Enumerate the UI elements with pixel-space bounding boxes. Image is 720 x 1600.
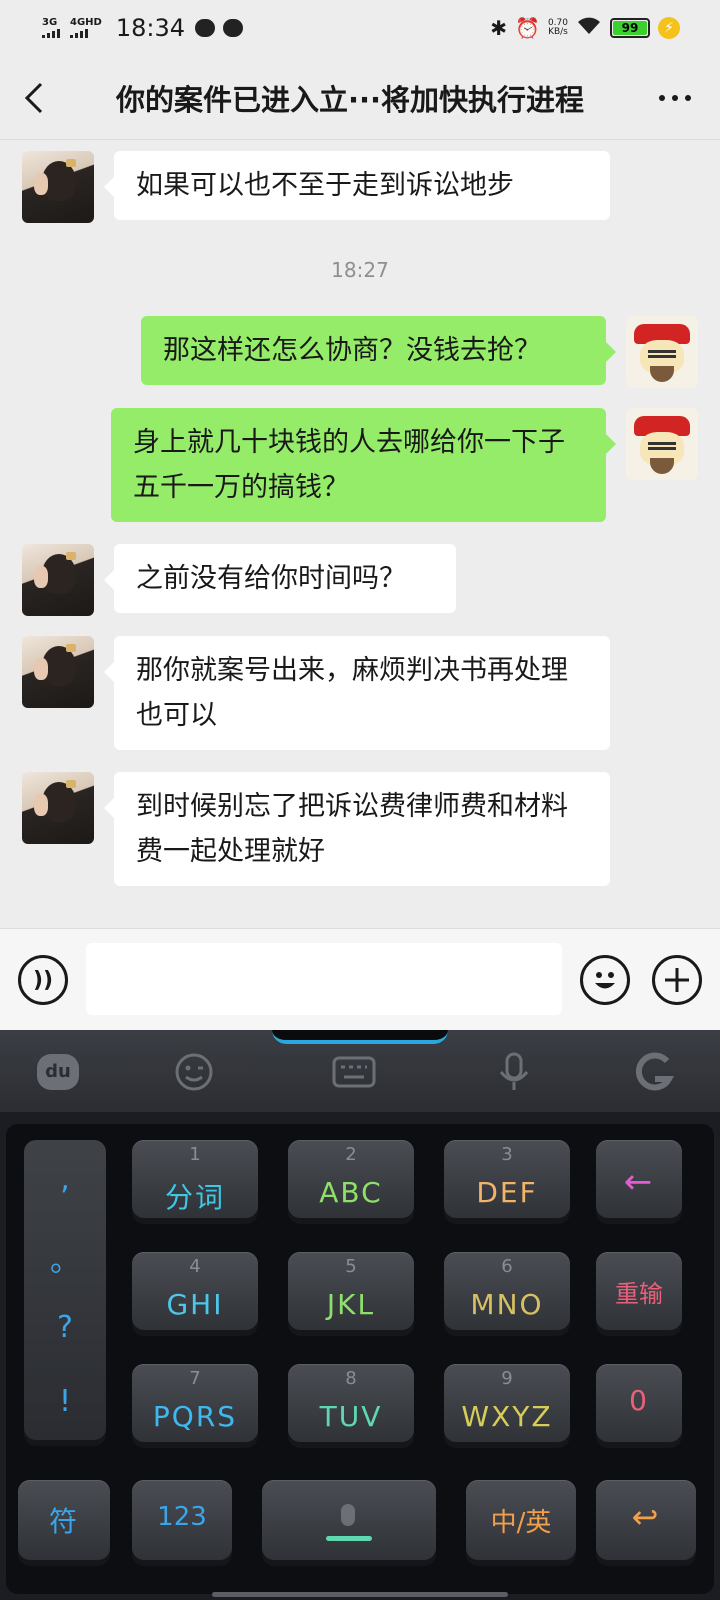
my-avatar[interactable] (626, 316, 698, 388)
ime-keyboard: du , 。 ? ! 1 分词 2 ABC 3 DEF ← 4 GHI 5 JK… (0, 1030, 720, 1600)
add-attachment-button[interactable] (652, 955, 702, 1005)
chat-header: 你的案件已进入立···将加快执行进程 (0, 56, 720, 140)
space-bar-indicator (326, 1536, 372, 1541)
key-7-pqrs[interactable]: 7 PQRS (132, 1364, 258, 1442)
alarm-icon: ⏰ (515, 16, 540, 40)
emoji-button[interactable] (580, 955, 630, 1005)
contact-avatar[interactable] (22, 636, 94, 708)
message-bubble-outgoing[interactable]: 那这样还怎么协商？没钱去抢？ (141, 316, 616, 385)
contact-avatar[interactable] (22, 544, 94, 616)
message-input-bar: )) (0, 928, 720, 1030)
wifi-icon (576, 14, 602, 42)
key-4-ghi[interactable]: 4 GHI (132, 1252, 258, 1330)
symbols-key[interactable]: 符 (18, 1480, 110, 1560)
keyboard-layout-icon[interactable] (332, 1050, 376, 1094)
charging-icon: ⚡ (658, 17, 680, 39)
chat-message-list[interactable]: 如果可以也不至于走到诉讼地步 18:27 那这样还怎么协商？没钱去抢？ 身上就几… (0, 140, 720, 928)
retype-key[interactable]: 重输 (596, 1252, 682, 1330)
keypad: , 。 ? ! 1 分词 2 ABC 3 DEF ← 4 GHI 5 JKL 6… (6, 1124, 714, 1594)
key-6-mno[interactable]: 6 MNO (444, 1252, 570, 1330)
voice-input-button[interactable]: )) (18, 955, 68, 1005)
message-timestamp: 18:27 (331, 258, 389, 282)
punct-comma-key[interactable]: , (24, 1162, 106, 1197)
message-bubble-incoming[interactable]: 如果可以也不至于走到诉讼地步 (104, 151, 610, 220)
microphone-icon[interactable] (492, 1050, 536, 1094)
message-bubble-incoming[interactable]: 到时候别忘了把诉讼费律师费和材料费一起处理就好 (104, 772, 610, 886)
plus-icon (665, 968, 689, 992)
punct-period-key[interactable]: 。 (24, 1236, 106, 1280)
more-options-button[interactable] (630, 56, 720, 140)
contact-avatar[interactable] (22, 772, 94, 844)
enter-icon: ↩ (631, 1498, 661, 1536)
chevron-left-icon (24, 82, 43, 113)
key-9-wxyz[interactable]: 9 WXYZ (444, 1364, 570, 1442)
status-time: 18:34 (115, 14, 186, 42)
baidu-logo-icon[interactable]: du (36, 1050, 80, 1094)
message-bubble-incoming[interactable]: 那你就案号出来，麻烦判决书再处理也可以 (104, 636, 610, 750)
message-input[interactable] (86, 943, 562, 1015)
signal-4g-icon: 4GHD (70, 18, 102, 38)
game-mode-icon[interactable] (632, 1050, 676, 1094)
message-bubble-incoming[interactable]: 之前没有给你时间吗？ (104, 544, 456, 613)
backspace-key[interactable]: ← (596, 1140, 682, 1218)
my-avatar[interactable] (626, 408, 698, 480)
punctuation-column[interactable]: , 。 ? ! (24, 1140, 106, 1440)
chat-notification-icon (195, 19, 216, 37)
language-toggle-key[interactable]: 中/英 (466, 1480, 576, 1560)
keyboard-collapse-handle[interactable] (272, 1030, 448, 1044)
cloud-notification-icon (223, 19, 244, 37)
contact-avatar[interactable] (22, 151, 94, 223)
message-bubble-outgoing[interactable]: 身上就几十块钱的人去哪给你一下子五千一万的搞钱？ (111, 408, 616, 522)
backspace-icon: ← (623, 1162, 655, 1202)
more-icon (659, 94, 665, 101)
home-indicator[interactable] (212, 1592, 508, 1597)
network-speed: 0.70 KB/s (547, 18, 568, 37)
battery-icon: 99 (610, 18, 650, 38)
emoji-panel-icon[interactable] (172, 1050, 216, 1094)
punct-question-key[interactable]: ? (24, 1310, 106, 1345)
voice-icon: )) (32, 967, 54, 993)
chat-title: 你的案件已进入立···将加快执行进程 (115, 82, 585, 117)
key-2-abc[interactable]: 2 ABC (288, 1140, 414, 1218)
space-mic-icon (341, 1504, 355, 1526)
numbers-key[interactable]: 123 (132, 1480, 232, 1560)
key-1-fenci[interactable]: 1 分词 (132, 1140, 258, 1218)
key-0[interactable]: 0 (596, 1364, 682, 1442)
enter-key[interactable]: ↩ (596, 1480, 696, 1560)
space-key[interactable] (262, 1480, 436, 1560)
keyboard-toolbar: du (0, 1030, 720, 1112)
bluetooth-icon: ✱ (490, 16, 508, 40)
status-bar: 3G 4GHD 18:34 ✱ ⏰ 0.70 KB/s 99 ⚡ (0, 0, 720, 56)
key-3-def[interactable]: 3 DEF (444, 1140, 570, 1218)
signal-3g-icon: 3G (42, 18, 60, 38)
back-button[interactable] (0, 56, 70, 140)
smiley-icon (595, 972, 615, 989)
key-5-jkl[interactable]: 5 JKL (288, 1252, 414, 1330)
punct-exclaim-key[interactable]: ! (24, 1384, 106, 1419)
key-8-tuv[interactable]: 8 TUV (288, 1364, 414, 1442)
